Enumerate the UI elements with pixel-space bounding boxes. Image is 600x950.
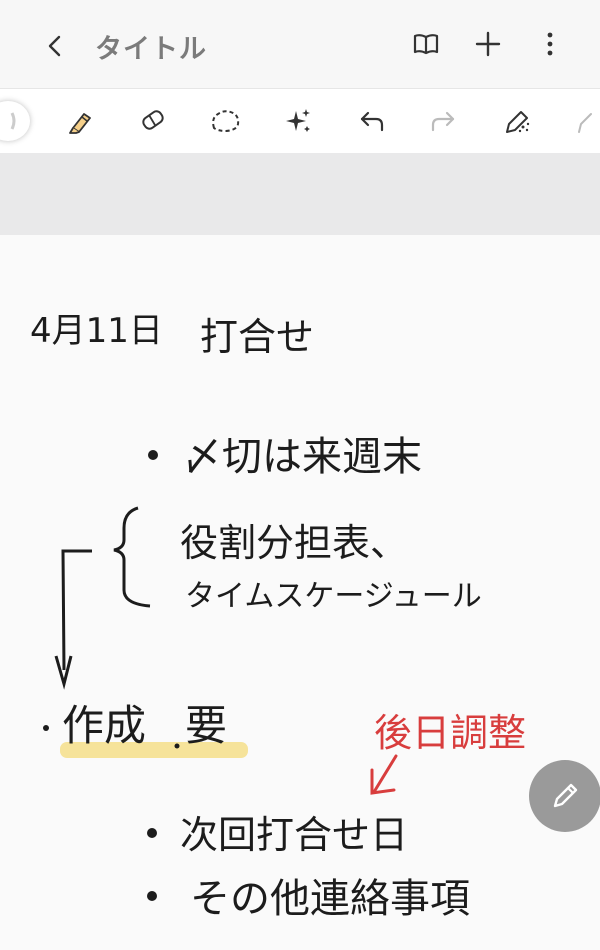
pencil-tool-button[interactable] <box>566 101 600 141</box>
comma-dot <box>174 743 180 749</box>
other-notes-text: その他連絡事項 <box>190 876 470 922</box>
lasso-icon <box>212 110 240 133</box>
more-options-button[interactable] <box>530 24 570 64</box>
edit-fab-button[interactable] <box>529 760 600 832</box>
lasso-tool-button[interactable] <box>205 101 245 141</box>
eraser-tool-button[interactable] <box>132 101 172 141</box>
undo-button[interactable] <box>352 101 392 141</box>
redo-icon <box>431 111 455 132</box>
arrow-line <box>61 549 92 671</box>
add-button[interactable] <box>468 24 508 64</box>
pen-settings-icon <box>506 111 530 133</box>
curly-brace <box>113 506 151 608</box>
pen-icon <box>10 112 16 130</box>
pen-tool-button[interactable] <box>0 101 30 141</box>
pencil-icon <box>553 783 578 808</box>
note-canvas[interactable]: 4月11日 打合せ 〆切は来週末 役割分担表、 タイムスケージュール 作成 要 … <box>0 235 600 950</box>
bullet-dot <box>147 891 157 901</box>
later-adjust-text: 後日調整 <box>374 711 526 755</box>
sparkle-icon <box>286 109 310 132</box>
red-arrow <box>370 754 398 795</box>
redo-button[interactable] <box>423 101 463 141</box>
bullet-dot <box>148 450 158 460</box>
highlighter-tool-button[interactable] <box>60 101 100 141</box>
highlighter-icon <box>69 113 91 134</box>
book-icon <box>413 34 439 55</box>
deadline-text: 〆切は来週末 <box>182 434 422 480</box>
undo-icon <box>360 111 384 132</box>
next-meeting-text: 次回打合せ日 <box>180 813 408 857</box>
brace-line1: 役割分担表、 <box>180 521 408 565</box>
chevron-left-icon <box>48 35 61 57</box>
brace-line2: タイムスケージュール <box>185 579 482 614</box>
ai-assist-button[interactable] <box>278 101 318 141</box>
pencil-icon <box>578 113 592 133</box>
page-gap <box>0 153 600 235</box>
note-title[interactable]: タイトル <box>95 27 207 66</box>
handwriting-layer: 4月11日 打合せ 〆切は来週末 役割分担表、 タイムスケージュール 作成 要 … <box>30 311 526 922</box>
more-vertical-icon <box>547 32 553 56</box>
back-button[interactable] <box>34 24 78 68</box>
pen-settings-button[interactable] <box>497 101 537 141</box>
reading-mode-button[interactable] <box>406 24 446 64</box>
bullet-dot <box>43 725 49 731</box>
date-text: 4月11日 <box>30 311 163 351</box>
create-text: 作成 <box>62 701 146 750</box>
bullet-dot <box>147 828 157 838</box>
top-app-bar: タイトル <box>0 0 600 88</box>
required-text: 要 <box>185 701 227 750</box>
eraser-icon <box>142 110 164 130</box>
plus-icon <box>475 31 501 57</box>
meeting-text: 打合せ <box>200 315 314 359</box>
drawing-toolbar <box>0 88 600 154</box>
